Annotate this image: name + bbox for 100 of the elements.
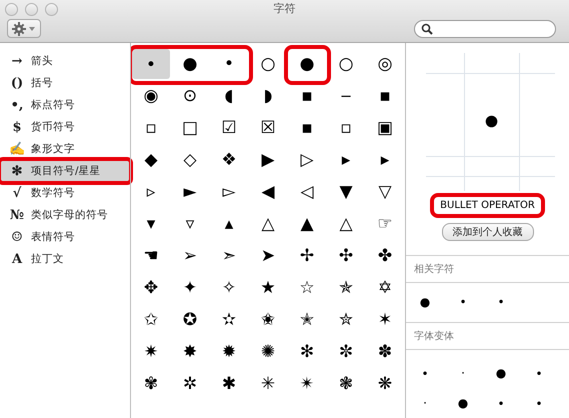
- character-cell[interactable]: ●: [288, 49, 326, 79]
- character-cell[interactable]: ∙: [132, 49, 170, 79]
- font-variant[interactable]: ●: [496, 366, 506, 380]
- font-variant[interactable]: ·: [461, 366, 465, 380]
- character-cell[interactable]: ◖: [210, 81, 248, 111]
- category-item[interactable]: ☺ 表情符号: [0, 226, 130, 248]
- character-cell[interactable]: ➣: [210, 241, 248, 271]
- character-cell[interactable]: ✷: [132, 337, 170, 367]
- character-cell[interactable]: ✺: [249, 337, 287, 367]
- category-item[interactable]: •, 标点符号: [0, 94, 130, 116]
- character-cell[interactable]: ✮: [327, 305, 365, 335]
- character-cell[interactable]: ❃: [327, 369, 365, 399]
- character-cell[interactable]: ❖: [210, 145, 248, 175]
- character-cell[interactable]: ☒: [249, 113, 287, 143]
- character-cell[interactable]: ✲: [171, 369, 209, 399]
- character-cell[interactable]: ✬: [249, 305, 287, 335]
- character-cell[interactable]: ✹: [210, 337, 248, 367]
- character-cell[interactable]: ▼: [327, 177, 365, 207]
- character-cell[interactable]: ✴: [288, 369, 326, 399]
- character-cell[interactable]: ▶: [249, 145, 287, 175]
- related-character[interactable]: •: [444, 295, 482, 310]
- character-cell[interactable]: ☞: [366, 209, 404, 239]
- minimize-button[interactable]: [25, 3, 38, 16]
- character-cell[interactable]: ✤: [366, 241, 404, 271]
- character-cell[interactable]: ☑: [210, 113, 248, 143]
- font-variant[interactable]: ∙: [497, 396, 505, 410]
- character-cell[interactable]: ✽: [366, 337, 404, 367]
- character-cell[interactable]: △: [327, 209, 365, 239]
- character-cell[interactable]: ◁: [288, 177, 326, 207]
- character-cell[interactable]: •: [210, 49, 248, 79]
- character-cell[interactable]: ▪: [288, 113, 326, 143]
- character-cell[interactable]: ◀: [249, 177, 287, 207]
- character-cell[interactable]: ✯: [327, 273, 365, 303]
- character-cell[interactable]: ▲: [288, 209, 326, 239]
- character-cell[interactable]: ✭: [288, 305, 326, 335]
- category-item[interactable]: № 类似字母的符号: [0, 204, 130, 226]
- category-item[interactable]: → 箭头: [0, 50, 130, 72]
- character-cell[interactable]: ✻: [288, 337, 326, 367]
- character-cell[interactable]: ▿: [171, 209, 209, 239]
- related-character[interactable]: •: [482, 295, 520, 310]
- character-cell[interactable]: ▽: [366, 177, 404, 207]
- character-cell[interactable]: ⊙: [171, 81, 209, 111]
- character-cell[interactable]: ▸: [366, 145, 404, 175]
- font-variant[interactable]: ∙: [535, 366, 543, 380]
- add-to-favorites-button[interactable]: 添加到个人收藏: [442, 222, 534, 241]
- character-cell[interactable]: ☚: [132, 241, 170, 271]
- character-cell[interactable]: ✦: [171, 273, 209, 303]
- character-cell[interactable]: ✼: [327, 337, 365, 367]
- character-cell[interactable]: ▣: [366, 113, 404, 143]
- character-cell[interactable]: ✢: [288, 241, 326, 271]
- character-cell[interactable]: ✩: [132, 305, 170, 335]
- category-item[interactable]: A 拉丁文: [0, 248, 130, 270]
- font-variant[interactable]: ∙: [421, 366, 429, 380]
- category-item[interactable]: $ 货币符号: [0, 116, 130, 138]
- character-cell[interactable]: ▴: [210, 209, 248, 239]
- character-cell[interactable]: ✶: [366, 305, 404, 335]
- character-cell[interactable]: ▪: [288, 81, 326, 111]
- character-cell[interactable]: ✣: [327, 241, 365, 271]
- character-cell[interactable]: ★: [249, 273, 287, 303]
- character-cell[interactable]: ◎: [366, 49, 404, 79]
- character-cell[interactable]: ▫: [327, 113, 365, 143]
- character-cell[interactable]: ▹: [132, 177, 170, 207]
- character-cell[interactable]: ◗: [249, 81, 287, 111]
- search-field[interactable]: [414, 20, 556, 38]
- character-cell[interactable]: ►: [171, 177, 209, 207]
- character-cell[interactable]: ▫: [132, 113, 170, 143]
- character-cell[interactable]: ○: [327, 49, 365, 79]
- character-cell[interactable]: □: [171, 113, 209, 143]
- character-cell[interactable]: ▸: [327, 145, 365, 175]
- character-cell[interactable]: ☆: [288, 273, 326, 303]
- character-cell[interactable]: ◆: [132, 145, 170, 175]
- character-cell[interactable]: ✧: [210, 273, 248, 303]
- category-item[interactable]: √ 数学符号: [0, 182, 130, 204]
- character-cell[interactable]: ✱: [210, 369, 248, 399]
- character-cell[interactable]: ‒: [327, 81, 365, 111]
- character-cell[interactable]: ✫: [210, 305, 248, 335]
- character-cell[interactable]: ✳: [249, 369, 287, 399]
- zoom-button[interactable]: [45, 3, 58, 16]
- character-cell[interactable]: ▪: [366, 81, 404, 111]
- category-item[interactable]: ✻ 项目符号/星星: [0, 160, 130, 182]
- character-cell[interactable]: ✾: [132, 369, 170, 399]
- settings-button[interactable]: [7, 19, 41, 38]
- character-cell[interactable]: ✥: [132, 273, 170, 303]
- character-cell[interactable]: ●: [171, 49, 209, 79]
- character-cell[interactable]: △: [249, 209, 287, 239]
- category-item[interactable]: () 括号: [0, 72, 130, 94]
- category-item[interactable]: ✍ 象形文字: [0, 138, 130, 160]
- close-button[interactable]: [5, 3, 18, 16]
- font-variant[interactable]: ∙: [535, 396, 543, 410]
- character-cell[interactable]: ◇: [171, 145, 209, 175]
- font-variant[interactable]: ·: [423, 396, 427, 410]
- character-cell[interactable]: ➤: [249, 241, 287, 271]
- character-cell[interactable]: ○: [249, 49, 287, 79]
- character-cell[interactable]: ▷: [288, 145, 326, 175]
- character-cell[interactable]: ✸: [171, 337, 209, 367]
- font-variant[interactable]: ●: [458, 396, 468, 410]
- character-cell[interactable]: ✡: [366, 273, 404, 303]
- character-cell[interactable]: ▻: [210, 177, 248, 207]
- character-cell[interactable]: ➢: [171, 241, 209, 271]
- character-cell[interactable]: ◉: [132, 81, 170, 111]
